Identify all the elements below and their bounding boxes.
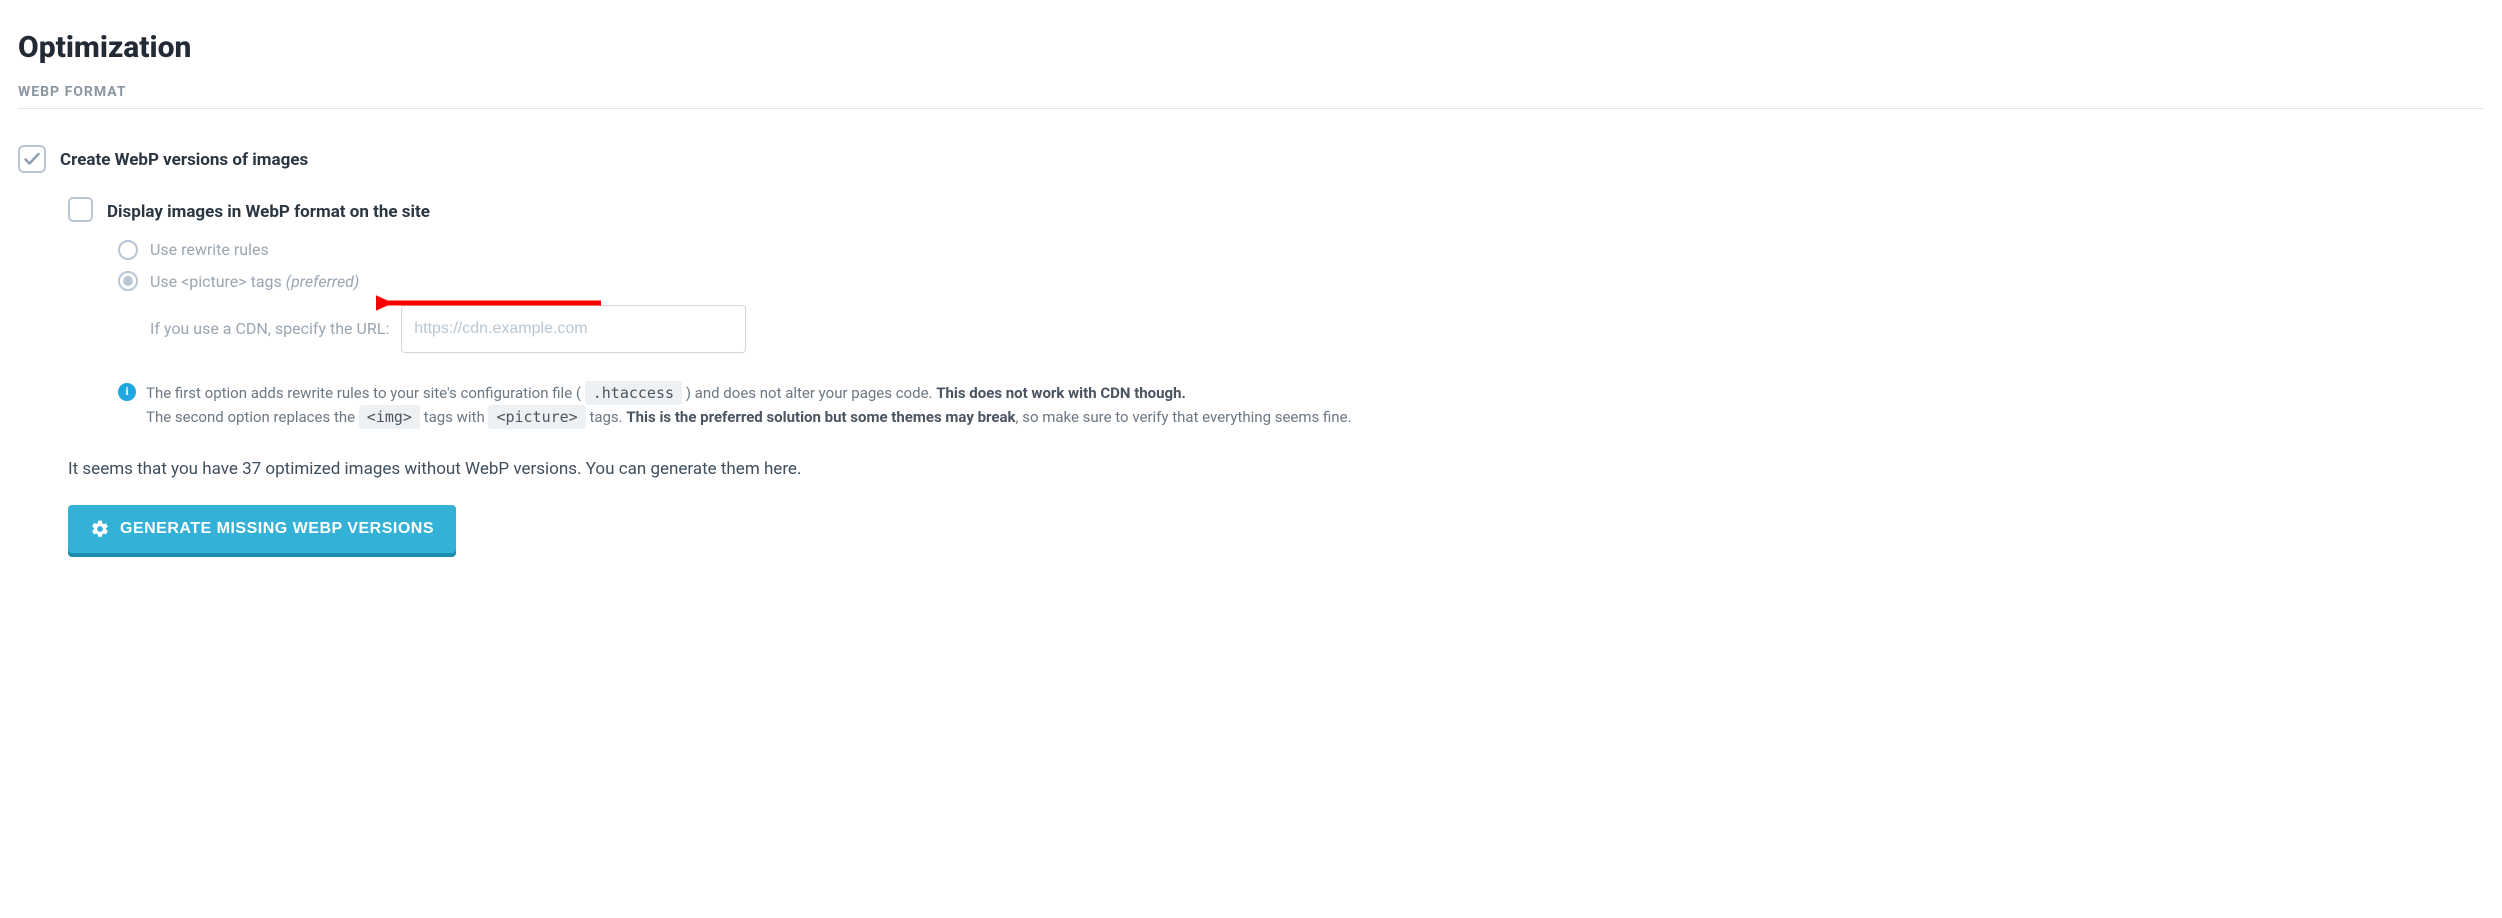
- cdn-url-label: If you use a CDN, specify the URL:: [150, 317, 389, 340]
- picture-radio-label: Use <picture> tags (preferred): [150, 270, 359, 293]
- radio-dot-icon: [123, 276, 133, 286]
- checkmark-icon: [24, 152, 40, 166]
- info-text: The first option adds rewrite rules to y…: [146, 381, 1352, 429]
- info-icon: i: [118, 383, 136, 401]
- cdn-url-input[interactable]: [401, 305, 746, 353]
- generate-webp-button-label: GENERATE MISSING WEBP VERSIONS: [120, 520, 434, 538]
- create-webp-label: Create WebP versions of images: [60, 145, 308, 173]
- generate-webp-button[interactable]: GENERATE MISSING WEBP VERSIONS: [68, 505, 456, 553]
- display-webp-checkbox[interactable]: [68, 197, 93, 222]
- create-webp-checkbox[interactable]: [18, 145, 46, 173]
- display-webp-option: Display images in WebP format on the sit…: [68, 197, 2484, 225]
- display-webp-label: Display images in WebP format on the sit…: [107, 197, 430, 225]
- create-webp-option: Create WebP versions of images: [18, 145, 2484, 173]
- gear-icon: [90, 519, 110, 539]
- picture-radio[interactable]: [118, 271, 138, 291]
- missing-webp-status: It seems that you have 37 optimized imag…: [68, 457, 2484, 482]
- rewrite-radio-label: Use rewrite rules: [150, 238, 269, 261]
- rewrite-radio[interactable]: [118, 240, 138, 260]
- page-title: Optimization: [18, 26, 2484, 70]
- section-subtitle: WEBP FORMAT: [18, 82, 2484, 109]
